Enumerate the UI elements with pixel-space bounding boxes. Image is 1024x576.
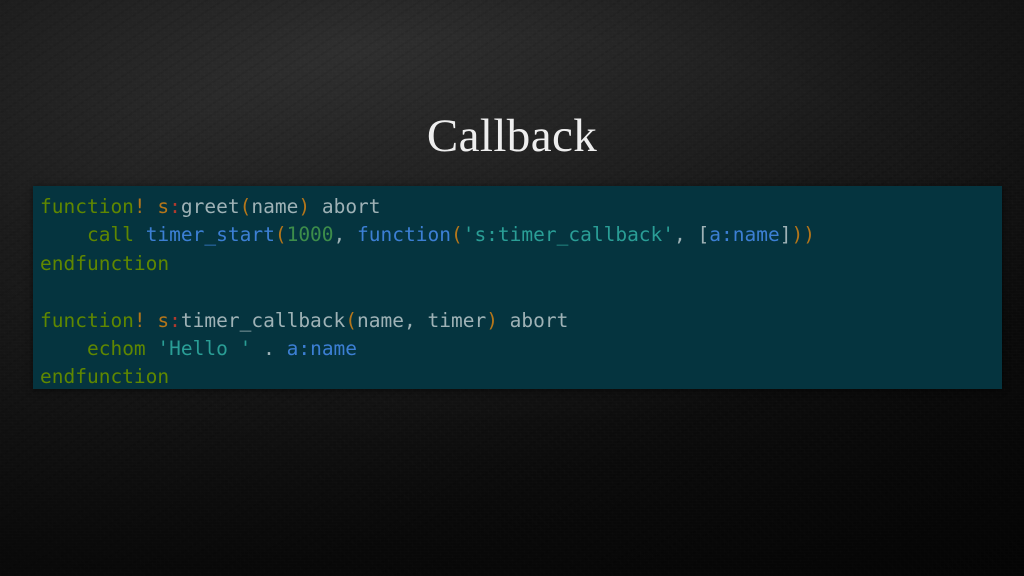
code-line: call timer_start(1000, function('s:timer… bbox=[40, 221, 815, 249]
code-token-string: 'Hello ' bbox=[157, 336, 252, 360]
code-token-plain: , bbox=[674, 223, 698, 247]
code-lines: function! s:greet(name) abort call timer… bbox=[40, 193, 815, 389]
code-token-number: 1000 bbox=[286, 223, 334, 247]
code-line: endfunction bbox=[40, 250, 815, 278]
code-token-keyword: function bbox=[40, 195, 134, 218]
code-token-colon: : bbox=[169, 308, 181, 332]
page-title: Callback bbox=[426, 110, 598, 163]
code-token-scope: s bbox=[157, 195, 170, 218]
code-token-scope: s bbox=[157, 308, 170, 332]
code-token-paren: ) bbox=[298, 195, 311, 218]
code-token-function: timer_start bbox=[145, 223, 275, 247]
code-block: function! s:greet(name) abort call timer… bbox=[33, 186, 1002, 389]
code-token-paren: ( bbox=[450, 223, 463, 247]
code-token-paren: ( bbox=[274, 223, 287, 247]
code-token-bang: ! bbox=[133, 195, 146, 218]
code-line bbox=[40, 278, 815, 306]
code-token-paren: ( bbox=[239, 195, 252, 218]
code-token-keyword: echom bbox=[86, 336, 146, 360]
code-token-paren: ( bbox=[345, 308, 358, 332]
code-token-colon: : bbox=[169, 195, 181, 218]
code-line: function! s:greet(name) abort bbox=[40, 193, 815, 221]
code-token-function: function bbox=[357, 223, 451, 247]
code-token-plain: . bbox=[263, 336, 275, 360]
code-token-paren: ) bbox=[486, 308, 498, 332]
code-token-plain: abort bbox=[310, 195, 381, 218]
code-token-plain: abort bbox=[497, 308, 569, 332]
code-token-keyword: function bbox=[40, 308, 134, 332]
code-token-string: 's:timer_callback' bbox=[462, 223, 675, 247]
code-token-variable: a:name bbox=[286, 336, 358, 360]
code-token-keyword: endfunction bbox=[40, 251, 170, 275]
code-token-paren: ) bbox=[791, 223, 804, 247]
code-line: endfunction bbox=[40, 363, 815, 389]
code-token-plain: , bbox=[333, 223, 358, 247]
code-token-keyword: endfunction bbox=[40, 365, 170, 389]
code-token-bracket: ] bbox=[779, 223, 792, 247]
code-token-plain: timer_callback bbox=[180, 308, 346, 332]
presentation-slide: Callback function! s:greet(name) abort c… bbox=[0, 0, 1024, 576]
code-token-plain: name, timer bbox=[357, 308, 487, 332]
code-token-keyword: call bbox=[86, 223, 134, 247]
code-token-bang: ! bbox=[133, 308, 146, 332]
code-token-plain: name bbox=[251, 195, 299, 218]
code-line: echom 'Hello ' . a:name bbox=[40, 335, 815, 363]
code-token-plain: greet bbox=[180, 195, 240, 218]
code-token-paren: ) bbox=[803, 223, 815, 247]
code-line: function! s:timer_callback(name, timer) … bbox=[40, 307, 815, 335]
code-token-bracket: [ bbox=[697, 223, 710, 247]
code-token-variable: a:name bbox=[709, 223, 780, 247]
